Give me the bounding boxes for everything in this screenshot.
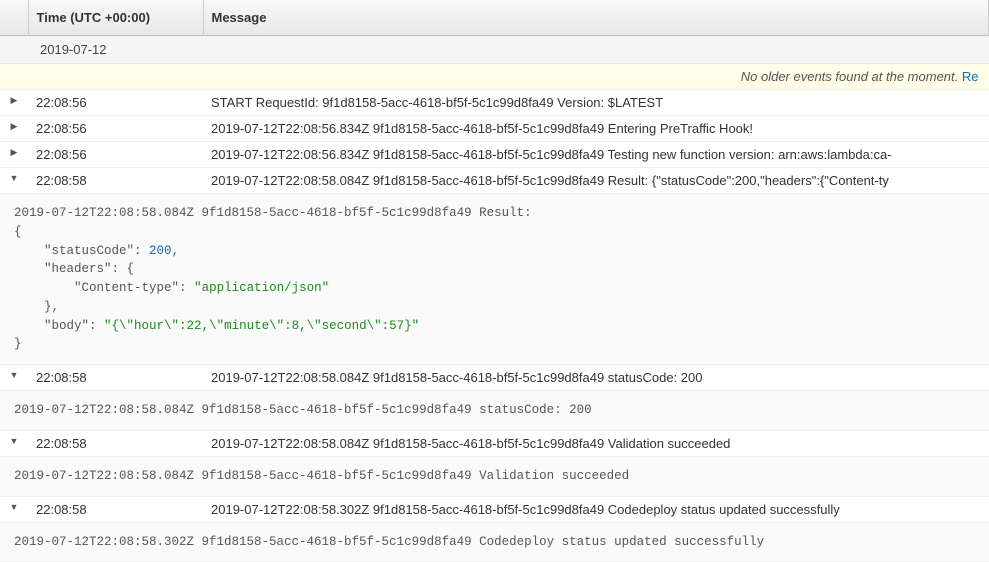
log-time: 22:08:56 (28, 116, 203, 142)
log-row[interactable]: 22:08:58 2019-07-12T22:08:58.302Z 9f1d81… (0, 496, 989, 522)
expanded-detail: 2019-07-12T22:08:58.302Z 9f1d8158-5acc-4… (0, 522, 989, 562)
expanded-detail: 2019-07-12T22:08:58.084Z 9f1d8158-5acc-4… (0, 391, 989, 431)
date-group-row: 2019-07-12 (0, 36, 989, 64)
log-row[interactable]: 22:08:56 2019-07-12T22:08:56.834Z 9f1d81… (0, 116, 989, 142)
log-row[interactable]: 22:08:56 2019-07-12T22:08:56.834Z 9f1d81… (0, 142, 989, 168)
log-message: 2019-07-12T22:08:58.302Z 9f1d8158-5acc-4… (203, 496, 989, 522)
header-expand (0, 0, 28, 36)
detail-prefix: 2019-07-12T22:08:58.084Z 9f1d8158-5acc-4… (14, 206, 532, 220)
expanded-detail: 2019-07-12T22:08:58.084Z 9f1d8158-5acc-4… (0, 194, 989, 365)
chevron-right-icon (11, 121, 18, 132)
info-banner: No older events found at the moment. Re (0, 64, 989, 90)
expand-toggle[interactable] (0, 365, 28, 391)
log-message: 2019-07-12T22:08:58.084Z 9f1d8158-5acc-4… (203, 430, 989, 456)
log-row[interactable]: 22:08:56 START RequestId: 9f1d8158-5acc-… (0, 90, 989, 116)
chevron-down-icon (10, 173, 19, 184)
log-time: 22:08:58 (28, 365, 203, 391)
expand-toggle[interactable] (0, 90, 28, 116)
expand-toggle[interactable] (0, 116, 28, 142)
expand-toggle[interactable] (0, 168, 28, 194)
detail-text: 2019-07-12T22:08:58.302Z 9f1d8158-5acc-4… (0, 522, 989, 562)
detail-text: 2019-07-12T22:08:58.084Z 9f1d8158-5acc-4… (0, 391, 989, 431)
table-header-row: Time (UTC +00:00) Message (0, 0, 989, 36)
chevron-down-icon (10, 502, 19, 513)
expand-toggle[interactable] (0, 142, 28, 168)
log-message: START RequestId: 9f1d8158-5acc-4618-bf5f… (203, 90, 989, 116)
log-message: 2019-07-12T22:08:56.834Z 9f1d8158-5acc-4… (203, 142, 989, 168)
log-time: 22:08:58 (28, 168, 203, 194)
log-time: 22:08:56 (28, 142, 203, 168)
info-banner-text: No older events found at the moment. (741, 69, 959, 84)
expanded-detail: 2019-07-12T22:08:58.084Z 9f1d8158-5acc-4… (0, 456, 989, 496)
chevron-down-icon (10, 436, 19, 447)
detail-text: 2019-07-12T22:08:58.084Z 9f1d8158-5acc-4… (0, 456, 989, 496)
log-row[interactable]: 22:08:58 2019-07-12T22:08:58.084Z 9f1d81… (0, 365, 989, 391)
header-message[interactable]: Message (203, 0, 989, 36)
chevron-right-icon (11, 95, 18, 106)
log-message: 2019-07-12T22:08:58.084Z 9f1d8158-5acc-4… (203, 168, 989, 194)
log-time: 22:08:56 (28, 90, 203, 116)
log-row[interactable]: 22:08:58 2019-07-12T22:08:58.084Z 9f1d81… (0, 168, 989, 194)
chevron-down-icon (10, 370, 19, 381)
info-banner-link[interactable]: Re (962, 69, 979, 84)
chevron-right-icon (11, 147, 18, 158)
log-message: 2019-07-12T22:08:58.084Z 9f1d8158-5acc-4… (203, 365, 989, 391)
log-time: 22:08:58 (28, 430, 203, 456)
header-time[interactable]: Time (UTC +00:00) (28, 0, 203, 36)
log-table: Time (UTC +00:00) Message 2019-07-12 No … (0, 0, 989, 562)
log-time: 22:08:58 (28, 496, 203, 522)
expand-toggle[interactable] (0, 430, 28, 456)
date-group-label: 2019-07-12 (0, 36, 989, 64)
log-row[interactable]: 22:08:58 2019-07-12T22:08:58.084Z 9f1d81… (0, 430, 989, 456)
log-message: 2019-07-12T22:08:56.834Z 9f1d8158-5acc-4… (203, 116, 989, 142)
expand-toggle[interactable] (0, 496, 28, 522)
